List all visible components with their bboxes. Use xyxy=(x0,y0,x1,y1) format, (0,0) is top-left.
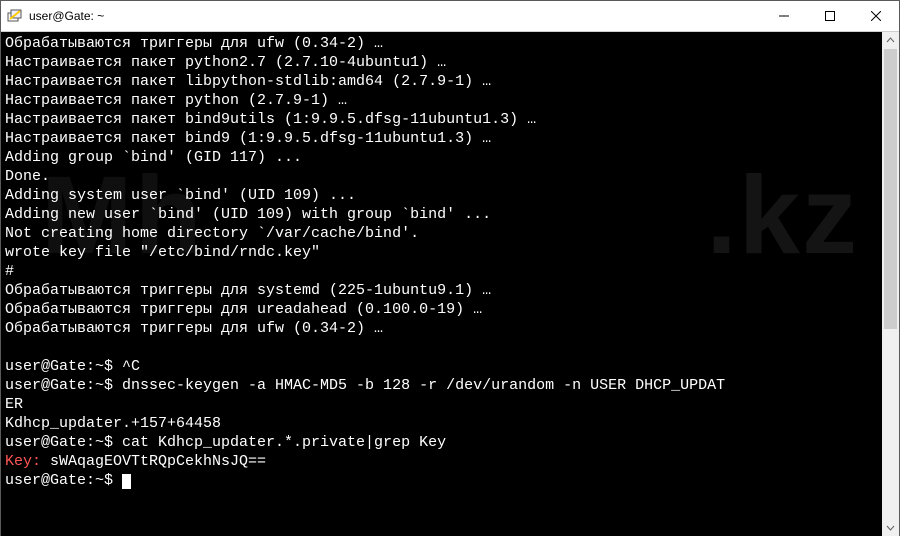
terminal-line: user@Gate:~$ cat Kdhcp_updater.*.private… xyxy=(5,433,878,452)
terminal-line: Настраивается пакет python2.7 (2.7.10-4u… xyxy=(5,53,878,72)
terminal-window: user@Gate: ~ Обрабатываются триггеры для… xyxy=(0,0,900,536)
window-controls xyxy=(761,1,899,31)
window-title: user@Gate: ~ xyxy=(29,9,104,23)
terminal-line: Adding system user `bind' (UID 109) ... xyxy=(5,186,878,205)
terminal-line: ER xyxy=(5,395,878,414)
terminal-area: Обрабатываются триггеры для ufw (0.34-2)… xyxy=(1,32,899,536)
terminal-line: Kdhcp_updater.+157+64458 xyxy=(5,414,878,433)
terminal-line: Adding group `bind' (GID 117) ... xyxy=(5,148,878,167)
terminal-line: Обрабатываются триггеры для ureadahead (… xyxy=(5,300,878,319)
terminal-line: Обрабатываются триггеры для systemd (225… xyxy=(5,281,878,300)
terminal-line: # xyxy=(5,262,878,281)
terminal-line: wrote key file "/etc/bind/rndc.key" xyxy=(5,243,878,262)
terminal-line: Настраивается пакет python (2.7.9-1) … xyxy=(5,91,878,110)
grep-match: Key: xyxy=(5,453,41,470)
terminal-line: Done. xyxy=(5,167,878,186)
terminal-line: Обрабатываются триггеры для ufw (0.34-2)… xyxy=(5,34,878,53)
shell-prompt: user@Gate:~$ xyxy=(5,472,122,489)
maximize-button[interactable] xyxy=(807,1,853,31)
terminal-line: Key: sWAqagEOVTtRQpCekhNsJQ== xyxy=(5,452,878,471)
scroll-down-button[interactable] xyxy=(882,519,899,536)
scrollbar-vertical[interactable] xyxy=(882,32,899,536)
titlebar: user@Gate: ~ xyxy=(1,1,899,32)
scroll-track[interactable] xyxy=(882,49,899,519)
terminal-line: Adding new user `bind' (UID 109) with gr… xyxy=(5,205,878,224)
close-button[interactable] xyxy=(853,1,899,31)
terminal-line: user@Gate:~$ xyxy=(5,471,878,490)
terminal-line: user@Gate:~$ ^C xyxy=(5,357,878,376)
minimize-button[interactable] xyxy=(761,1,807,31)
app-icon xyxy=(7,8,23,24)
terminal-line: Обрабатываются триггеры для ufw (0.34-2)… xyxy=(5,319,878,338)
scroll-thumb[interactable] xyxy=(884,49,897,329)
scroll-up-button[interactable] xyxy=(882,32,899,49)
terminal-line: Not creating home directory `/var/cache/… xyxy=(5,224,878,243)
cursor xyxy=(122,474,131,489)
title-left: user@Gate: ~ xyxy=(1,8,104,24)
terminal-line: user@Gate:~$ dnssec-keygen -a HMAC-MD5 -… xyxy=(5,376,878,395)
terminal-line: Настраивается пакет libpython-stdlib:amd… xyxy=(5,72,878,91)
key-value: sWAqagEOVTtRQpCekhNsJQ== xyxy=(41,453,266,470)
terminal-line: Настраивается пакет bind9 (1:9.9.5.dfsg-… xyxy=(5,129,878,148)
terminal-line: Настраивается пакет bind9utils (1:9.9.5.… xyxy=(5,110,878,129)
terminal-output[interactable]: Обрабатываются триггеры для ufw (0.34-2)… xyxy=(1,32,882,536)
terminal-line xyxy=(5,338,878,357)
